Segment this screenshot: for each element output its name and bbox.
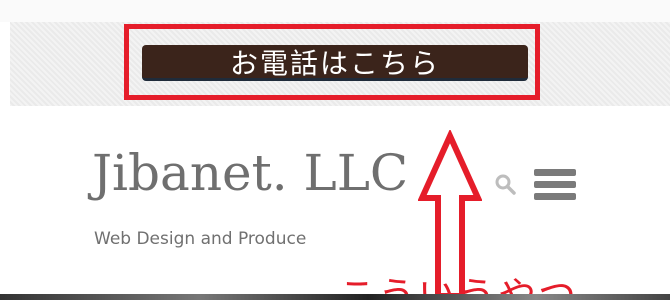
site-title[interactable]: Jibanet. LLC xyxy=(92,148,408,198)
top-gap xyxy=(0,0,670,22)
hamburger-menu-icon[interactable] xyxy=(534,167,576,203)
screenshot-frame: お電話はこちら Jibanet. LLC Web Design and Prod… xyxy=(0,0,670,300)
search-icon[interactable] xyxy=(494,173,516,195)
bottom-banner-image xyxy=(0,294,670,300)
annotation-highlight-box xyxy=(124,24,540,100)
site-tagline: Web Design and Produce xyxy=(94,229,307,249)
